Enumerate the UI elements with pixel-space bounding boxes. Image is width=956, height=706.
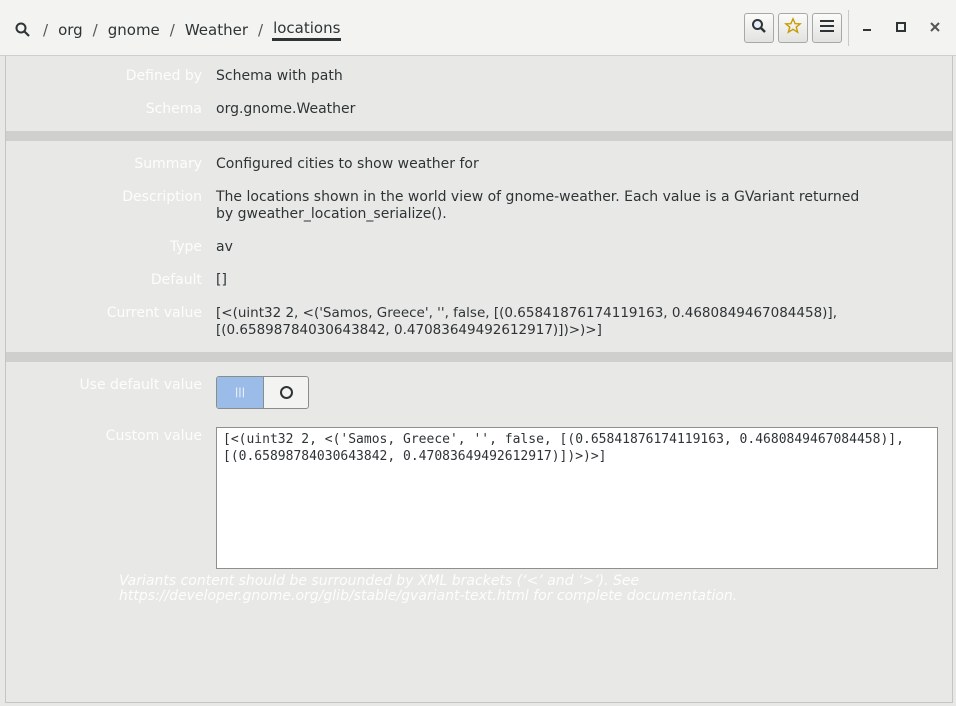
type-value: av bbox=[216, 239, 233, 255]
maximize-button[interactable] bbox=[890, 18, 912, 40]
use-default-label: Use default value bbox=[79, 377, 202, 393]
summary-label: Summary bbox=[134, 156, 202, 172]
close-icon bbox=[929, 21, 941, 37]
breadcrumb-weather[interactable]: Weather bbox=[184, 21, 249, 39]
menu-button[interactable] bbox=[812, 13, 842, 43]
root-search-icon[interactable] bbox=[14, 21, 32, 39]
description-value: The locations shown in the world view of… bbox=[216, 189, 860, 222]
defined-by-label: Defined by bbox=[125, 68, 202, 84]
close-button[interactable] bbox=[924, 18, 946, 40]
breadcrumb: / org / gnome / Weather / locations bbox=[14, 18, 342, 42]
breadcrumb-separator: / bbox=[169, 21, 175, 39]
header-separator bbox=[848, 10, 849, 46]
custom-value-label: Custom value bbox=[105, 428, 202, 444]
current-value: [<(uint32 2, <('Samos, Greece', '', fals… bbox=[216, 305, 837, 338]
minimize-button[interactable] bbox=[856, 18, 878, 40]
type-label: Type bbox=[169, 239, 202, 255]
default-value: [] bbox=[216, 272, 227, 288]
description-label: Description bbox=[122, 189, 202, 205]
schema-label: Schema bbox=[145, 101, 202, 117]
star-icon bbox=[783, 17, 803, 39]
breadcrumb-locations[interactable]: locations bbox=[272, 19, 342, 41]
schema-value: org.gnome.Weather bbox=[216, 101, 356, 117]
default-label: Default bbox=[150, 272, 202, 288]
switch-off-indicator bbox=[264, 377, 308, 408]
search-button[interactable] bbox=[744, 13, 774, 43]
bookmarks-button[interactable] bbox=[778, 13, 808, 43]
section-divider bbox=[6, 352, 952, 362]
summary-value: Configured cities to show weather for bbox=[216, 156, 479, 172]
breadcrumb-org[interactable]: org bbox=[57, 21, 84, 39]
breadcrumb-separator: / bbox=[92, 21, 98, 39]
header-bar: / org / gnome / Weather / locations bbox=[0, 0, 956, 56]
hamburger-menu-icon bbox=[819, 19, 835, 37]
use-default-switch[interactable]: ||| bbox=[216, 376, 309, 409]
minimize-icon bbox=[861, 21, 873, 37]
variant-help-hint: Variants content should be surrounded by… bbox=[119, 573, 738, 604]
current-value-label: Current value bbox=[106, 305, 202, 321]
section-divider bbox=[6, 131, 952, 141]
breadcrumb-gnome[interactable]: gnome bbox=[107, 21, 161, 39]
custom-value-textarea[interactable]: [<(uint32 2, <('Samos, Greece', '', fals… bbox=[216, 427, 938, 569]
breadcrumb-separator: / bbox=[43, 21, 49, 39]
switch-off-icon bbox=[280, 386, 293, 399]
defined-by-value: Schema with path bbox=[216, 68, 343, 84]
search-icon bbox=[750, 17, 768, 39]
breadcrumb-separator: / bbox=[258, 21, 264, 39]
switch-on-indicator: ||| bbox=[217, 377, 264, 408]
key-details-panel: Defined by Schema with path Schema org.g… bbox=[5, 56, 953, 703]
maximize-icon bbox=[895, 21, 907, 37]
